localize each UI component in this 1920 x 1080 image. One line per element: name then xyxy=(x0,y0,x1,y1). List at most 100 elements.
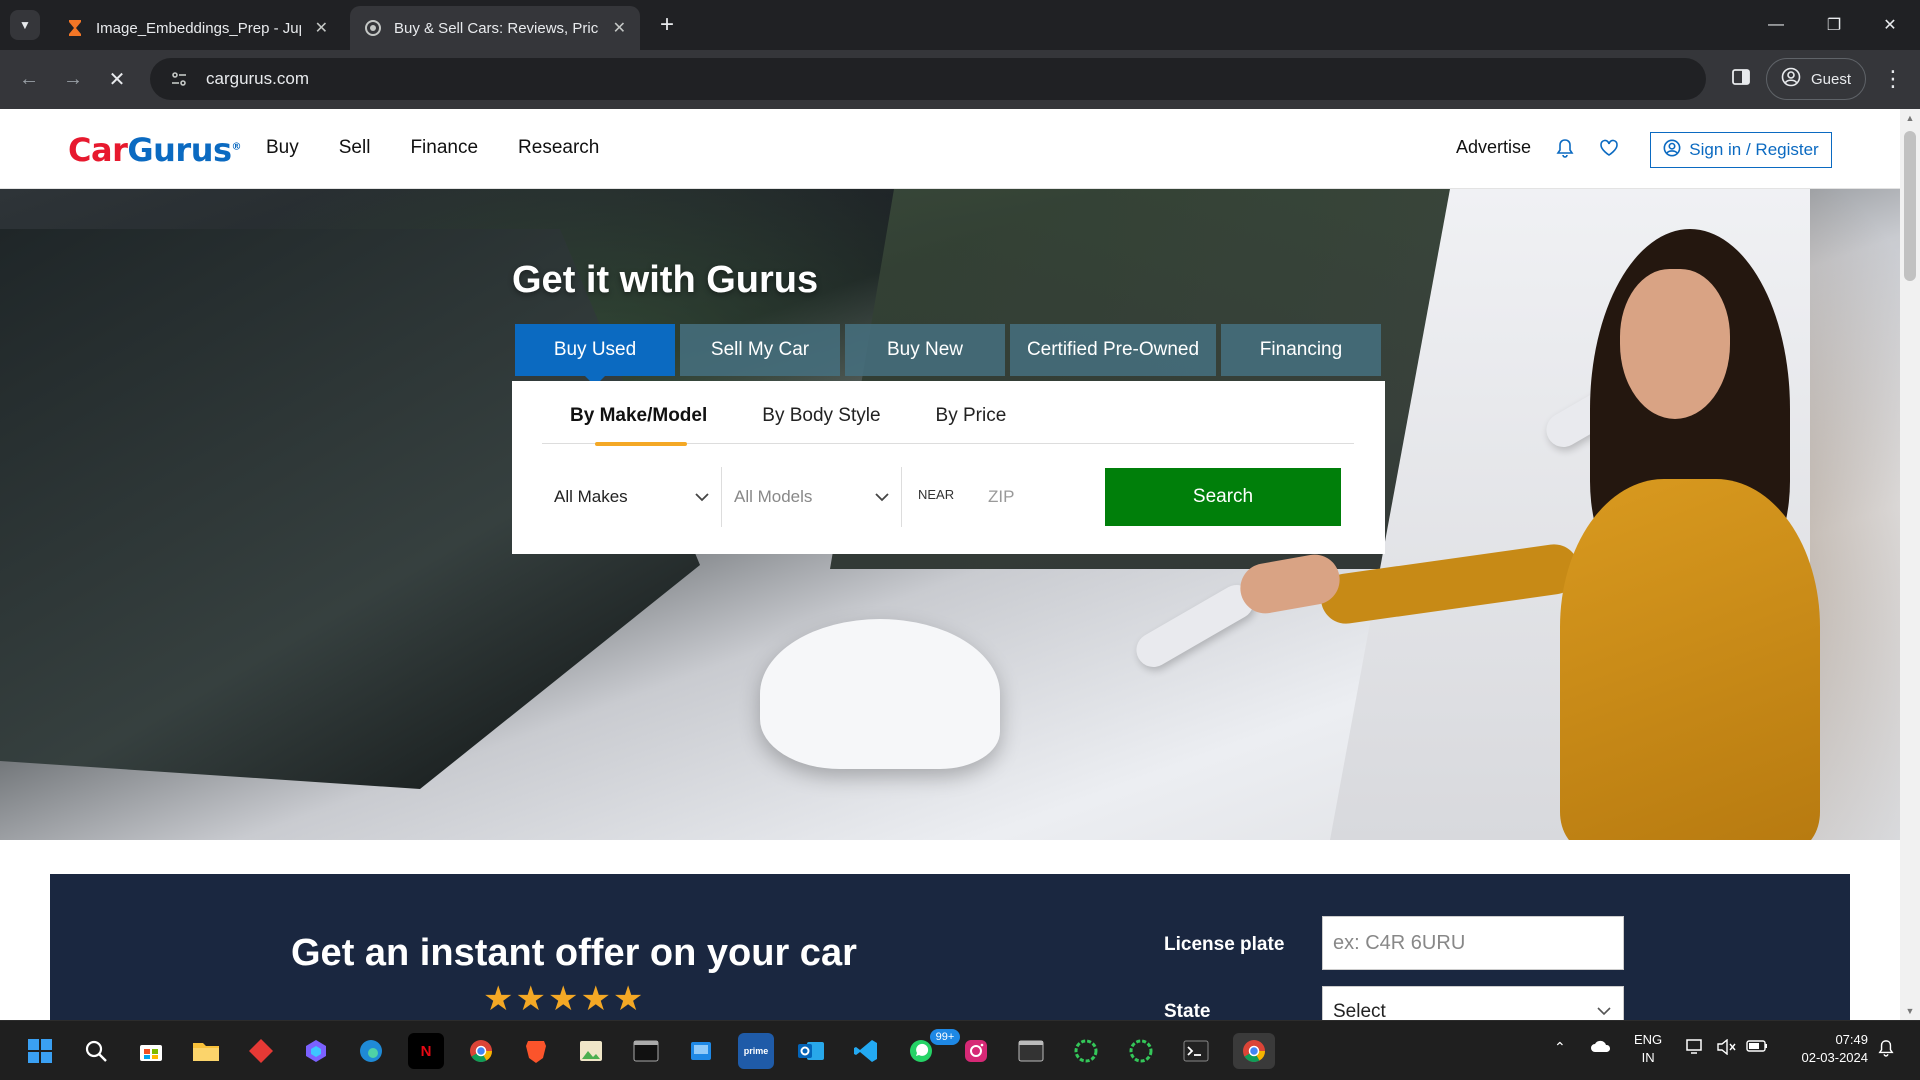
heart-icon[interactable] xyxy=(1598,137,1620,159)
tab-certified-pre-owned[interactable]: Certified Pre-Owned xyxy=(1010,324,1216,376)
tab-sell-my-car[interactable]: Sell My Car xyxy=(680,324,840,376)
language-indicator[interactable]: ENG IN xyxy=(1634,1031,1662,1067)
hero-banner: Get it with Gurus Buy Used Sell My Car B… xyxy=(0,189,1900,840)
minimize-button[interactable]: — xyxy=(1756,10,1796,40)
chrome-icon[interactable] xyxy=(1233,1033,1275,1069)
back-button[interactable]: ← xyxy=(14,64,44,94)
close-icon: ✕ xyxy=(108,68,126,91)
nav-sell[interactable]: Sell xyxy=(339,137,371,159)
edge-icon[interactable] xyxy=(353,1033,389,1069)
nav-research[interactable]: Research xyxy=(518,137,599,159)
chevron-down-icon xyxy=(875,490,889,505)
terminal-icon[interactable] xyxy=(1178,1033,1214,1069)
instagram-icon[interactable] xyxy=(958,1033,994,1069)
red-diamond-app-icon[interactable] xyxy=(243,1033,279,1069)
netflix-icon[interactable]: N xyxy=(408,1033,444,1069)
close-window-button[interactable]: ✕ xyxy=(1870,10,1910,40)
lang-bottom: IN xyxy=(1641,1050,1655,1065)
tab-jupyter[interactable]: Image_Embeddings_Prep - Jupyter ✕ xyxy=(52,6,342,50)
user-circle-icon xyxy=(1781,67,1801,91)
network-icon[interactable] xyxy=(1686,1039,1706,1058)
make-select[interactable]: All Makes xyxy=(542,467,722,527)
cargurus-logo[interactable]: CarGurus® xyxy=(68,131,241,169)
forward-button[interactable]: → xyxy=(58,64,88,94)
scroll-up-icon[interactable]: ▲ xyxy=(1900,109,1920,127)
near-label: NEAR xyxy=(918,487,955,502)
nav-buy[interactable]: Buy xyxy=(266,137,299,159)
search-icon[interactable] xyxy=(78,1033,114,1069)
whatsapp-badge: 99+ xyxy=(930,1029,960,1045)
chevron-up-icon[interactable]: ⌃ xyxy=(1554,1039,1566,1056)
photo-editor-icon[interactable] xyxy=(573,1033,609,1069)
window-app-icon[interactable] xyxy=(1013,1033,1049,1069)
chevron-down-icon: ▼ xyxy=(19,18,31,32)
volume-muted-icon[interactable] xyxy=(1716,1038,1736,1058)
hero-tabs: Buy Used Sell My Car Buy New Certified P… xyxy=(515,324,1381,386)
logo-car: Car xyxy=(68,131,128,169)
notification-bell-icon[interactable] xyxy=(1878,1039,1894,1060)
signin-register-button[interactable]: Sign in / Register xyxy=(1650,132,1832,168)
tab-buy-new[interactable]: Buy New xyxy=(845,324,1005,376)
new-tab-button[interactable]: + xyxy=(652,10,682,40)
green-ring-app-icon[interactable] xyxy=(1068,1033,1104,1069)
user-circle-icon xyxy=(1663,139,1681,162)
tab-financing[interactable]: Financing xyxy=(1221,324,1381,376)
state-label: State xyxy=(1164,1001,1211,1020)
browser-tab-bar: ▼ Image_Embeddings_Prep - Jupyter ✕ Buy … xyxy=(0,0,1920,50)
chrome-icon[interactable] xyxy=(463,1033,499,1069)
state-select[interactable]: Select xyxy=(1322,986,1624,1020)
browser-toolbar: ← → ✕ cargurus.com Guest ⋮ xyxy=(0,50,1920,109)
copilot-icon[interactable] xyxy=(298,1033,334,1069)
scroll-thumb[interactable] xyxy=(1904,131,1916,281)
stop-loading-button[interactable]: ✕ xyxy=(102,64,132,94)
vscode-icon[interactable] xyxy=(848,1033,884,1069)
minimize-icon: — xyxy=(1768,16,1784,33)
tab-search-button[interactable]: ▼ xyxy=(10,10,40,40)
tab-cargurus[interactable]: Buy & Sell Cars: Reviews, Prices ✕ xyxy=(350,6,640,50)
hero-photo-mirror xyxy=(760,619,1000,769)
browser-menu-button[interactable]: ⋮ xyxy=(1878,64,1908,94)
store-icon[interactable] xyxy=(133,1033,169,1069)
zip-input[interactable] xyxy=(988,473,1078,521)
model-select[interactable]: All Models xyxy=(722,467,902,527)
hourglass-icon xyxy=(66,19,84,37)
hero-photo-woman xyxy=(1236,229,1840,840)
close-icon[interactable]: ✕ xyxy=(613,18,626,38)
side-panel-button[interactable] xyxy=(1726,64,1756,94)
profile-button[interactable]: Guest xyxy=(1766,58,1866,100)
windows-start-icon[interactable] xyxy=(22,1033,58,1069)
close-icon[interactable]: ✕ xyxy=(315,18,328,38)
search-sub-tabs: By Make/Model By Body Style By Price xyxy=(542,381,1354,446)
license-plate-input[interactable] xyxy=(1322,916,1624,970)
terminal-window-icon[interactable] xyxy=(628,1033,664,1069)
prime-video-icon[interactable]: prime xyxy=(738,1033,774,1069)
instant-offer-section: Get an instant offer on your car ★★★★★ L… xyxy=(50,874,1850,1020)
offer-title: Get an instant offer on your car xyxy=(291,932,857,974)
address-bar[interactable]: cargurus.com xyxy=(150,58,1706,100)
site-settings-icon[interactable] xyxy=(168,68,190,90)
clock[interactable]: 07:49 02-03-2024 xyxy=(1784,1031,1869,1067)
restore-button[interactable]: ❐ xyxy=(1814,10,1854,40)
license-plate-label: License plate xyxy=(1164,934,1285,955)
advertise-link[interactable]: Advertise xyxy=(1456,137,1531,158)
chevron-down-icon xyxy=(695,490,709,505)
side-panel-icon xyxy=(1732,68,1750,90)
lang-top: ENG xyxy=(1634,1032,1663,1047)
subtab-price[interactable]: By Price xyxy=(936,381,1007,443)
task-view-icon[interactable] xyxy=(683,1033,719,1069)
bell-icon[interactable] xyxy=(1554,137,1576,159)
outlook-icon[interactable] xyxy=(793,1033,829,1069)
more-vertical-icon: ⋮ xyxy=(1882,66,1904,91)
subtab-body-style[interactable]: By Body Style xyxy=(762,381,880,443)
page-scrollbar[interactable]: ▲ ▼ xyxy=(1900,109,1920,1020)
battery-icon[interactable] xyxy=(1746,1039,1768,1056)
subtab-make-model[interactable]: By Make/Model xyxy=(570,381,707,446)
nav-finance[interactable]: Finance xyxy=(410,137,478,159)
green-ring-app-icon[interactable] xyxy=(1123,1033,1159,1069)
scroll-down-icon[interactable]: ▼ xyxy=(1900,1002,1920,1020)
cloud-icon[interactable] xyxy=(1590,1039,1612,1056)
brave-icon[interactable] xyxy=(518,1033,554,1069)
search-button[interactable]: Search xyxy=(1105,468,1341,526)
file-explorer-icon[interactable] xyxy=(188,1033,224,1069)
tab-buy-used[interactable]: Buy Used xyxy=(515,324,675,386)
